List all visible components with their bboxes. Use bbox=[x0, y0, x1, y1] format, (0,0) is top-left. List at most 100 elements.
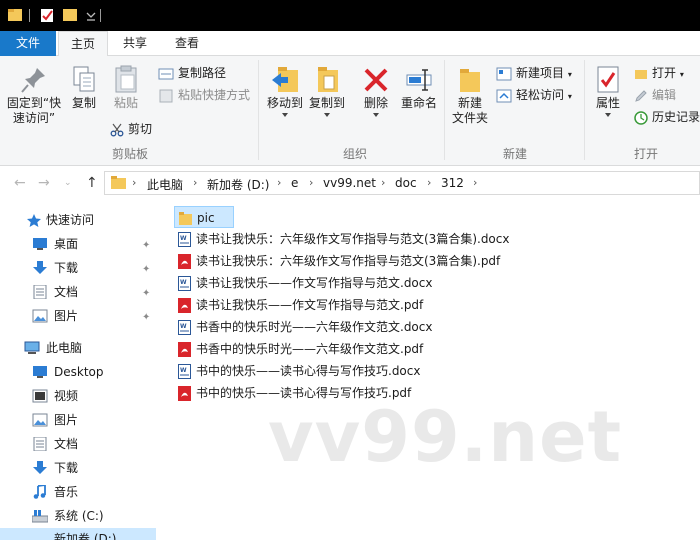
pin-label-line2: 速访问” bbox=[12, 111, 56, 125]
easy-access-button[interactable]: 轻松访问 ▾ bbox=[496, 86, 572, 104]
documents-icon bbox=[33, 285, 47, 299]
file-name: 读书让我快乐：六年级作文写作指导与范文(3篇合集).pdf bbox=[196, 254, 501, 268]
address-row: ← → ⌄ ↑ › 此电脑 › 新加卷 (D:) › e › vv99.net … bbox=[0, 166, 700, 200]
pin-to-quick-access-button[interactable]: 固定到“快 速访问” bbox=[4, 64, 64, 126]
properties-icon bbox=[597, 66, 619, 93]
desktop-icon bbox=[33, 238, 47, 250]
delete-x-icon bbox=[364, 68, 388, 92]
tab-share[interactable]: 共享 bbox=[110, 31, 160, 56]
breadcrumb-new-volume-d[interactable]: 新加卷 (D:) bbox=[207, 176, 269, 193]
breadcrumb-separator[interactable]: › bbox=[309, 176, 313, 189]
properties-dropdown-caret[interactable] bbox=[605, 113, 611, 117]
file-name: pic bbox=[197, 211, 215, 225]
breadcrumb-separator[interactable]: › bbox=[381, 176, 385, 189]
separator bbox=[29, 9, 30, 22]
pinned-icon: ✦ bbox=[142, 264, 151, 275]
recent-locations-chevron-icon[interactable]: ⌄ bbox=[64, 178, 72, 188]
tab-view[interactable]: 查看 bbox=[162, 31, 212, 56]
new-group-label: 新建 bbox=[502, 147, 527, 161]
up-arrow-icon[interactable]: ↑ bbox=[86, 175, 98, 191]
nav-label: 视频 bbox=[54, 389, 79, 403]
copy-to-label: 复制到 bbox=[308, 96, 345, 110]
open-icon bbox=[635, 69, 647, 79]
nav-new-volume-d[interactable]: 新加卷 (D:) bbox=[0, 528, 156, 540]
properties-icon[interactable] bbox=[40, 8, 54, 22]
file-name: 书香中的快乐时光——六年级作文范文.pdf bbox=[196, 342, 424, 356]
breadcrumb-separator[interactable]: › bbox=[132, 176, 136, 189]
rename-button[interactable]: 重命名 bbox=[398, 64, 440, 111]
nav-label: 此电脑 bbox=[46, 341, 83, 355]
breadcrumb-vv99[interactable]: vv99.net bbox=[323, 176, 376, 190]
new-folder-icon bbox=[460, 69, 480, 92]
word-document-icon: W bbox=[178, 232, 191, 247]
delete-button[interactable]: 删除 bbox=[358, 64, 394, 117]
breadcrumb-separator[interactable]: › bbox=[427, 176, 431, 189]
easy-access-icon bbox=[496, 89, 512, 102]
windows-drive-icon bbox=[32, 510, 48, 523]
cut-button[interactable]: 剪切 bbox=[110, 120, 152, 138]
clipboard-group-label: 剪贴板 bbox=[111, 147, 148, 161]
edit-button[interactable]: 编辑 bbox=[634, 86, 676, 104]
file-list: pic W 读书让我快乐：六年级作文写作指导与范文(3篇合集).docx 读书让我快乐… bbox=[160, 204, 700, 540]
paste-label: 粘贴 bbox=[113, 96, 138, 110]
word-document-icon: W bbox=[178, 320, 191, 335]
nav-label: 新加卷 (D:) bbox=[54, 532, 117, 540]
move-to-dropdown-caret[interactable] bbox=[282, 113, 288, 117]
download-arrow-icon bbox=[33, 461, 47, 474]
delete-dropdown-caret[interactable] bbox=[373, 113, 379, 117]
open-label: 打开 bbox=[652, 66, 677, 80]
move-to-button[interactable]: 移动到 bbox=[264, 64, 306, 117]
ribbon-tabs: 文件 主页 共享 查看 bbox=[0, 31, 700, 57]
paste-button[interactable]: 粘贴 bbox=[106, 64, 146, 111]
copy-button[interactable]: 复制 bbox=[66, 64, 102, 111]
copy-to-button[interactable]: 复制到 bbox=[306, 64, 348, 117]
properties-button[interactable]: 属性 bbox=[590, 64, 626, 117]
file-name: 书香中的快乐时光——六年级作文范文.docx bbox=[196, 320, 433, 334]
breadcrumb-separator[interactable]: › bbox=[277, 176, 281, 189]
history-button[interactable]: 历史记录 bbox=[634, 108, 700, 126]
pictures-icon bbox=[32, 413, 48, 427]
copy-path-button[interactable]: 复制路径 bbox=[158, 64, 226, 82]
copy-to-dropdown-caret[interactable] bbox=[324, 113, 330, 117]
new-folder-button[interactable]: 新建 文件夹 bbox=[448, 64, 492, 126]
documents-icon bbox=[33, 437, 47, 451]
back-arrow-icon[interactable]: ← bbox=[14, 175, 26, 191]
nav-label: 音乐 bbox=[54, 485, 79, 499]
forward-arrow-icon[interactable]: → bbox=[38, 175, 50, 191]
file-name: 读书让我快乐——作文写作指导与范文.pdf bbox=[196, 298, 424, 312]
scissors-icon bbox=[110, 123, 124, 136]
file-name: 读书让我快乐——作文写作指导与范文.docx bbox=[196, 276, 433, 290]
breadcrumb-this-pc[interactable]: 此电脑 bbox=[147, 176, 183, 193]
new-folder-icon[interactable] bbox=[63, 8, 77, 22]
group-separator bbox=[444, 60, 445, 160]
move-to-label: 移动到 bbox=[266, 96, 303, 110]
customize-toolbar-icon[interactable] bbox=[84, 8, 98, 22]
breadcrumb-doc[interactable]: doc bbox=[395, 176, 417, 190]
paste-shortcut-label: 粘贴快捷方式 bbox=[178, 88, 251, 102]
word-document-icon: W bbox=[178, 364, 191, 379]
new-item-button[interactable]: 新建项目 ▾ bbox=[496, 64, 572, 82]
breadcrumb-separator[interactable]: › bbox=[193, 176, 197, 189]
paste-shortcut-button[interactable]: 粘贴快捷方式 bbox=[158, 86, 250, 104]
folder-row[interactable]: pic bbox=[174, 206, 234, 228]
folder-icon bbox=[8, 9, 22, 21]
new-item-label: 新建项目 bbox=[516, 66, 565, 80]
nav-label: 文档 bbox=[54, 437, 79, 451]
file-name: 读书让我快乐：六年级作文写作指导与范文(3篇合集).docx bbox=[196, 232, 510, 246]
address-bar[interactable]: › 此电脑 › 新加卷 (D:) › e › vv99.net › doc › … bbox=[104, 171, 700, 195]
svg-text:W: W bbox=[180, 279, 187, 286]
open-button[interactable]: 打开 ▾ bbox=[634, 64, 684, 82]
tab-file[interactable]: 文件 bbox=[0, 31, 56, 56]
breadcrumb-312[interactable]: 312 bbox=[441, 176, 464, 190]
tab-home[interactable]: 主页 bbox=[58, 31, 108, 57]
file-name: 书中的快乐——读书心得与写作技巧.docx bbox=[196, 364, 421, 378]
breadcrumb-e[interactable]: e bbox=[291, 176, 298, 190]
pinned-icon: ✦ bbox=[142, 240, 151, 251]
navigation-pane: 快速访问 桌面 ✦ 下载 ✦ 文档 ✦ 图片 ✦ 此电脑 Desktop 视频 … bbox=[0, 204, 158, 540]
nav-label: 桌面 bbox=[54, 237, 79, 251]
folder-icon bbox=[111, 176, 126, 189]
svg-text:W: W bbox=[180, 367, 187, 374]
breadcrumb-separator[interactable]: › bbox=[473, 176, 477, 189]
svg-text:W: W bbox=[180, 323, 187, 330]
star-icon bbox=[27, 214, 41, 227]
